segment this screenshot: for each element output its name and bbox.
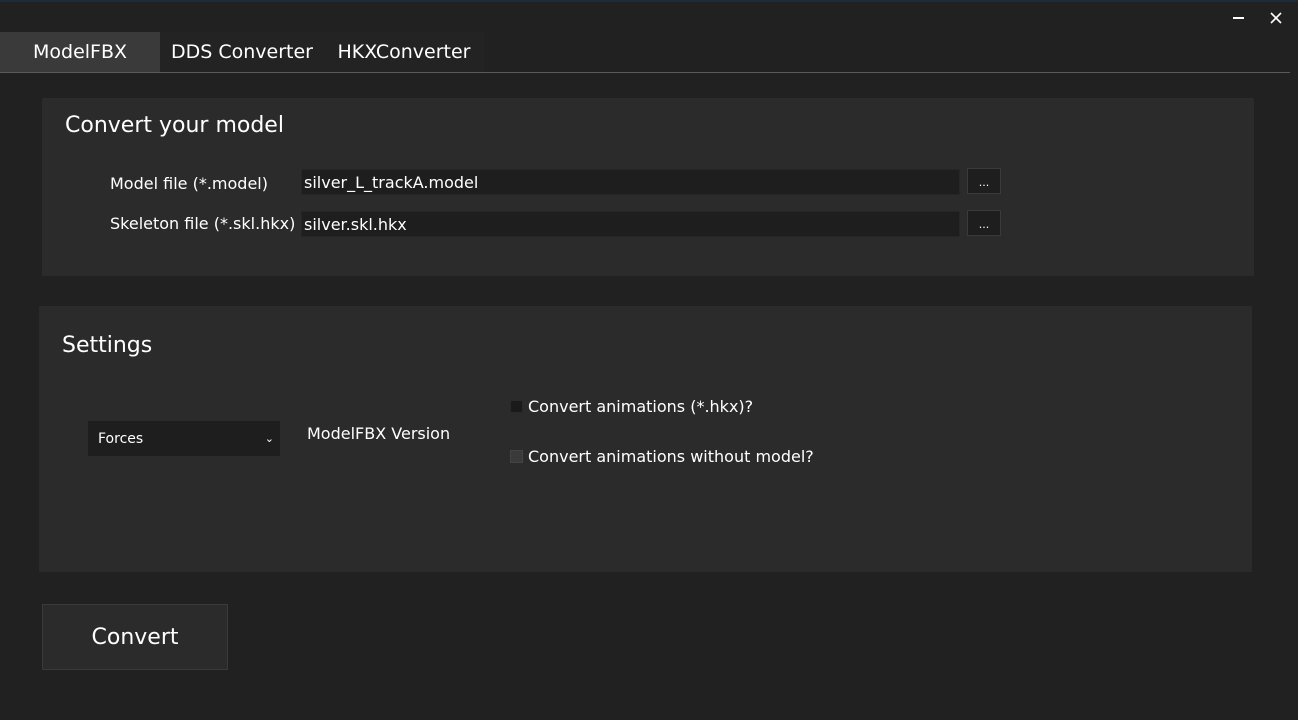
tab-divider xyxy=(0,72,1290,73)
model-file-input[interactable] xyxy=(301,169,960,195)
tab-dds-converter[interactable]: DDS Converter xyxy=(160,32,324,72)
convert-animations-without-model-label: Convert animations without model? xyxy=(528,447,814,466)
modelfbx-version-label: ModelFBX Version xyxy=(307,424,451,443)
settings-panel: Settings Forces ⌄ ModelFBX Version Conve… xyxy=(39,306,1252,572)
tab-hkxconverter[interactable]: HKXConverter xyxy=(324,32,484,72)
skeleton-file-input[interactable] xyxy=(301,211,960,237)
skeleton-file-browse-button[interactable]: ... xyxy=(967,210,1001,236)
convert-panel-title: Convert your model xyxy=(65,113,284,138)
tab-bar: ModelFBX DDS Converter HKXConverter xyxy=(0,32,484,72)
version-select-value: Forces xyxy=(98,430,144,447)
convert-animations-checkbox[interactable] xyxy=(510,400,523,413)
convert-animations-checkbox-row[interactable]: Convert animations (*.hkx)? xyxy=(510,397,753,416)
chevron-down-icon: ⌄ xyxy=(264,432,274,445)
close-icon xyxy=(1270,12,1282,24)
settings-panel-title: Settings xyxy=(62,333,153,358)
close-button[interactable] xyxy=(1256,4,1296,32)
modelfbx-version-select[interactable]: Forces ⌄ xyxy=(88,421,280,456)
tab-modelfbx[interactable]: ModelFBX xyxy=(0,32,160,72)
convert-model-panel: Convert your model Model file (*.model) … xyxy=(42,98,1254,276)
minimize-icon xyxy=(1232,17,1244,19)
model-file-browse-button[interactable]: ... xyxy=(967,168,1001,194)
convert-button[interactable]: Convert xyxy=(42,604,228,670)
app-window: ModelFBX DDS Converter HKXConverter Conv… xyxy=(0,0,1298,720)
title-accent-line xyxy=(0,0,1298,2)
minimize-button[interactable] xyxy=(1218,4,1258,32)
convert-animations-without-model-checkbox[interactable] xyxy=(510,450,523,463)
model-file-label: Model file (*.model) xyxy=(110,174,268,193)
skeleton-file-label: Skeleton file (*.skl.hkx) xyxy=(110,214,296,233)
convert-animations-without-model-checkbox-row[interactable]: Convert animations without model? xyxy=(510,447,814,466)
convert-animations-label: Convert animations (*.hkx)? xyxy=(528,397,754,416)
